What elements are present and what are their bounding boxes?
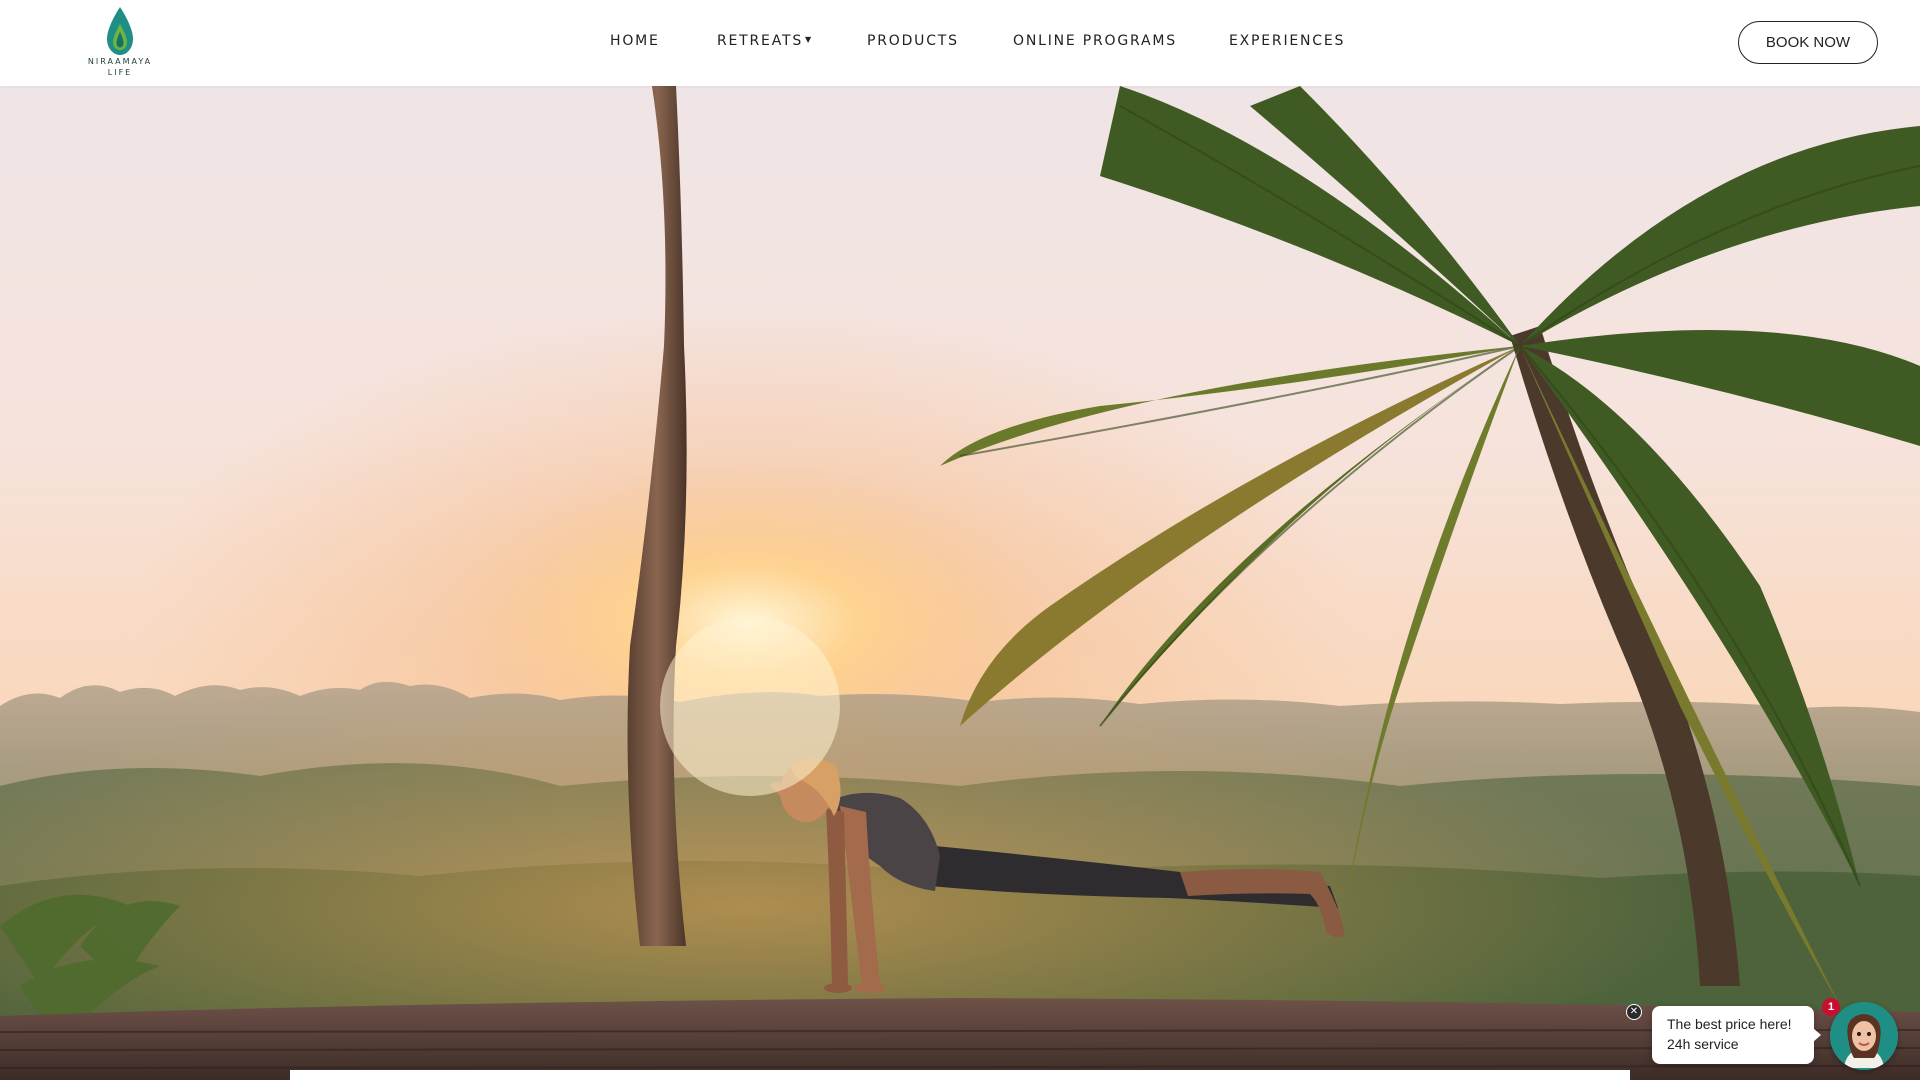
nav-online-programs[interactable]: ONLINE PROGRAMS <box>1013 33 1177 49</box>
nav-retreats[interactable]: RETREATS ▼ <box>717 33 813 49</box>
nav-experiences-label: EXPERIENCES <box>1229 33 1346 49</box>
site-header: NIRAAMAYA LIFE HOME RETREATS ▼ PRODUCTS O… <box>0 0 1920 86</box>
nav-experiences[interactable]: EXPERIENCES <box>1229 33 1345 49</box>
nav-home-label: HOME <box>610 33 660 49</box>
brand-sub: LIFE <box>107 68 133 77</box>
nav-online-programs-label: ONLINE PROGRAMS <box>1013 33 1177 49</box>
caret-down-icon: ▼ <box>805 35 813 44</box>
notification-badge: 1 <box>1822 998 1840 1016</box>
nav-products-label: PRODUCTS <box>867 33 959 49</box>
nav-retreats-label: RETREATS <box>717 33 804 49</box>
main-nav: HOME RETREATS ▼ PRODUCTS ONLINE PROGRAMS … <box>0 0 1920 86</box>
chat-teaser-line1: The best price here! <box>1667 1016 1792 1032</box>
close-icon[interactable]: ✕ <box>1626 1004 1642 1020</box>
brand-name: NIRAAMAYA <box>87 57 153 66</box>
chat-teaser[interactable]: The best price here! 24h service <box>1652 1006 1821 1064</box>
hero-section <box>0 86 1920 1080</box>
nav-products[interactable]: PRODUCTS <box>867 33 959 49</box>
nav-home[interactable]: HOME <box>610 33 660 49</box>
hero-image <box>0 86 1920 1080</box>
water-drop-logo-icon <box>107 7 133 55</box>
book-now-button[interactable]: BOOK NOW <box>1738 21 1878 64</box>
content-panel-edge <box>290 1070 1630 1080</box>
site-logo[interactable]: NIRAAMAYA LIFE <box>84 6 156 84</box>
assistant-avatar-icon[interactable] <box>1830 1002 1898 1070</box>
chat-teaser-line2: 24h service <box>1667 1036 1739 1052</box>
